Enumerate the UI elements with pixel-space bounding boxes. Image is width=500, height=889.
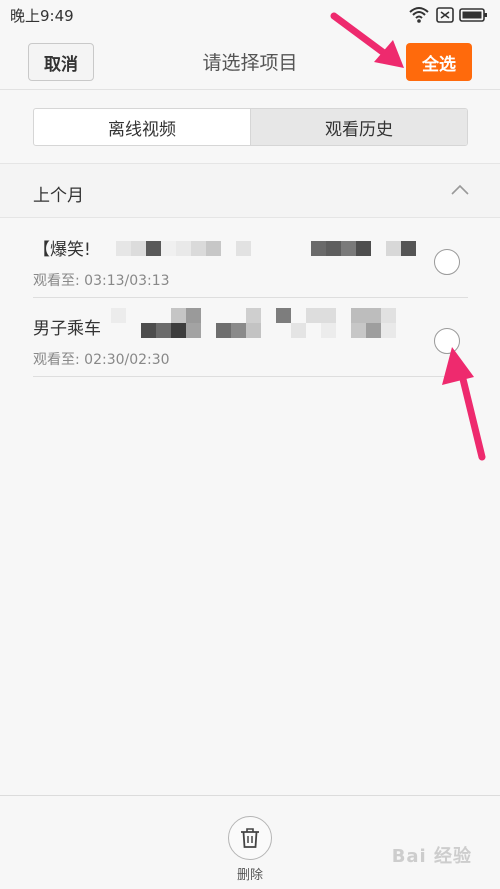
blurred-title-text bbox=[116, 241, 416, 256]
chevron-up-icon[interactable] bbox=[450, 184, 470, 196]
item-title: 男子乘车 bbox=[33, 319, 101, 339]
blurred-title-text bbox=[141, 323, 396, 338]
no-sim-icon bbox=[436, 7, 454, 23]
tab-offline-videos[interactable]: 离线视频 bbox=[34, 109, 250, 145]
tab-bar: 离线视频 观看历史 bbox=[33, 108, 468, 146]
section-header[interactable]: 上个月 bbox=[0, 163, 500, 218]
cancel-button[interactable]: 取消 bbox=[28, 43, 94, 81]
trash-icon bbox=[241, 828, 259, 848]
status-time: 晚上9:49 bbox=[10, 7, 74, 25]
delete-button[interactable] bbox=[228, 816, 272, 860]
section-label: 上个月 bbox=[33, 186, 84, 206]
header: 取消 请选择项目 全选 bbox=[0, 30, 500, 90]
annotation-arrow-top bbox=[330, 12, 404, 68]
blurred-title-text bbox=[111, 308, 396, 323]
select-all-button[interactable]: 全选 bbox=[406, 43, 472, 81]
wifi-icon bbox=[409, 7, 429, 23]
status-bar: 晚上9:49 bbox=[0, 0, 500, 30]
item-title: 【爆笑! bbox=[33, 240, 91, 260]
annotation-arrow-radio bbox=[442, 347, 486, 461]
item-progress: 观看至: 02:30/02:30 bbox=[33, 352, 170, 368]
item-progress: 观看至: 03:13/03:13 bbox=[33, 273, 170, 289]
battery-icon bbox=[459, 8, 487, 22]
tab-watch-history[interactable]: 观看历史 bbox=[250, 109, 467, 145]
status-icons bbox=[408, 4, 490, 26]
item-select-radio[interactable] bbox=[434, 249, 460, 275]
list-item[interactable]: 男子乘车 观看至: 02:30/02:30 bbox=[33, 298, 468, 377]
watermark: Bai 经验 bbox=[391, 846, 472, 867]
delete-label: 删除 bbox=[236, 868, 263, 883]
page-title: 请选择项目 bbox=[202, 52, 298, 74]
list-item[interactable]: 【爆笑! 观看至: 03:13/03:13 bbox=[33, 219, 468, 298]
